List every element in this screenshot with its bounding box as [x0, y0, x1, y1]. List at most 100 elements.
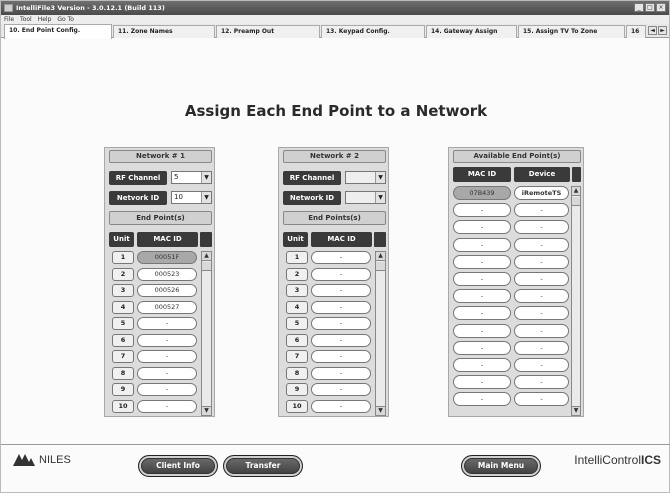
tab-partial[interactable]: 16	[626, 25, 646, 38]
unit-number[interactable]: 10	[286, 399, 308, 413]
unit-number[interactable]: 9	[286, 383, 308, 396]
unit-number[interactable]: 9	[112, 383, 134, 396]
available-mac-cell[interactable]: -	[453, 340, 511, 355]
mac-id-cell[interactable]: -	[137, 350, 197, 363]
available-device-cell[interactable]: -	[514, 392, 569, 407]
mac-id-cell[interactable]: 000527	[137, 300, 197, 314]
scroll-up-icon[interactable]: ▲	[376, 252, 385, 261]
scroll-down-icon[interactable]: ▼	[376, 406, 385, 415]
available-scrollbar[interactable]: ▲ ▼	[571, 186, 581, 416]
available-device-cell[interactable]: iRemoteTS	[514, 186, 569, 200]
available-mac-cell[interactable]: -	[453, 323, 511, 338]
tab-scroll-right-icon[interactable]: ►	[658, 26, 667, 35]
available-device-cell[interactable]: -	[514, 358, 569, 372]
chevron-down-icon[interactable]: ▼	[201, 172, 211, 183]
mac-id-cell[interactable]: -	[137, 383, 197, 396]
tab-zone-names[interactable]: 11. Zone Names	[113, 25, 215, 38]
menu-file[interactable]: File	[4, 15, 14, 24]
available-mac-cell[interactable]: -	[453, 358, 511, 372]
network-2-netid-select[interactable]: ▼	[345, 191, 386, 204]
unit-number[interactable]: 6	[112, 333, 134, 347]
unit-number[interactable]: 3	[112, 284, 134, 297]
mac-id-cell[interactable]: 000526	[137, 284, 197, 297]
available-device-cell[interactable]: -	[514, 272, 569, 286]
available-device-cell[interactable]: -	[514, 306, 569, 321]
available-device-cell[interactable]: -	[514, 323, 569, 338]
network-1-scrollbar[interactable]: ▲ ▼	[201, 251, 212, 416]
scroll-up-icon[interactable]: ▲	[572, 187, 580, 196]
available-mac-cell[interactable]: -	[453, 237, 511, 252]
scroll-down-icon[interactable]: ▼	[572, 406, 580, 415]
unit-number[interactable]: 7	[286, 350, 308, 363]
mac-id-cell[interactable]: -	[311, 300, 371, 314]
unit-number[interactable]: 6	[286, 333, 308, 347]
available-mac-cell[interactable]: -	[453, 375, 511, 390]
mac-id-cell[interactable]: -	[137, 399, 197, 413]
scroll-thumb[interactable]	[202, 262, 211, 271]
unit-number[interactable]: 7	[112, 350, 134, 363]
network-2-scrollbar[interactable]: ▲ ▼	[375, 251, 386, 416]
available-mac-cell[interactable]: -	[453, 203, 511, 218]
scroll-thumb[interactable]	[376, 262, 385, 271]
unit-number[interactable]: 4	[286, 300, 308, 314]
tab-scroll-left-icon[interactable]: ◄	[648, 26, 657, 35]
mac-id-cell[interactable]: -	[311, 317, 371, 330]
available-device-cell[interactable]: -	[514, 203, 569, 218]
scroll-thumb[interactable]	[572, 197, 580, 206]
unit-number[interactable]: 4	[112, 300, 134, 314]
available-mac-cell[interactable]: -	[453, 289, 511, 304]
client-info-button[interactable]: Client Info	[138, 455, 218, 477]
mac-id-cell[interactable]: -	[311, 251, 371, 264]
unit-number[interactable]: 5	[112, 317, 134, 330]
unit-number[interactable]: 5	[286, 317, 308, 330]
menu-goto[interactable]: Go To	[57, 15, 74, 24]
unit-number[interactable]: 2	[112, 267, 134, 281]
tab-preamp-out[interactable]: 12. Preamp Out	[216, 25, 320, 38]
available-mac-cell[interactable]: -	[453, 254, 511, 269]
unit-number[interactable]: 3	[286, 284, 308, 297]
mac-id-cell[interactable]: -	[311, 366, 371, 380]
minimize-icon[interactable]: _	[634, 3, 644, 12]
tab-end-point-config[interactable]: 10. End Point Config.	[4, 24, 112, 39]
close-icon[interactable]: ×	[656, 3, 666, 12]
main-menu-button[interactable]: Main Menu	[461, 455, 541, 477]
mac-id-cell[interactable]: -	[311, 284, 371, 297]
mac-id-cell[interactable]: -	[137, 333, 197, 347]
transfer-button[interactable]: Transfer	[223, 455, 303, 477]
mac-id-cell[interactable]: -	[311, 267, 371, 281]
available-device-cell[interactable]: -	[514, 375, 569, 390]
scroll-up-icon[interactable]: ▲	[202, 252, 211, 261]
mac-id-cell[interactable]: -	[137, 317, 197, 330]
unit-number[interactable]: 1	[112, 251, 134, 264]
mac-id-cell[interactable]: -	[311, 383, 371, 396]
mac-id-cell[interactable]: 00051F	[137, 251, 197, 264]
maximize-icon[interactable]: □	[645, 3, 655, 12]
mac-id-cell[interactable]: -	[137, 366, 197, 380]
chevron-down-icon[interactable]: ▼	[201, 192, 211, 203]
unit-number[interactable]: 8	[112, 366, 134, 380]
chevron-down-icon[interactable]: ▼	[375, 192, 385, 203]
unit-number[interactable]: 2	[286, 267, 308, 281]
available-device-cell[interactable]: -	[514, 340, 569, 355]
mac-id-cell[interactable]: -	[311, 350, 371, 363]
chevron-down-icon[interactable]: ▼	[375, 172, 385, 183]
tab-keypad-config[interactable]: 13. Keypad Config.	[321, 25, 425, 38]
available-device-cell[interactable]: -	[514, 254, 569, 269]
mac-id-cell[interactable]: -	[311, 399, 371, 413]
available-device-cell[interactable]: -	[514, 289, 569, 304]
tab-assign-tv-to-zone[interactable]: 15. Assign TV To Zone	[518, 25, 625, 38]
mac-id-cell[interactable]: -	[311, 333, 371, 347]
menu-tool[interactable]: Tool	[20, 15, 32, 24]
unit-number[interactable]: 1	[286, 251, 308, 264]
menu-help[interactable]: Help	[38, 15, 52, 24]
available-device-cell[interactable]: -	[514, 220, 569, 235]
network-1-rf-select[interactable]: 5 ▼	[171, 171, 212, 184]
available-mac-cell[interactable]: 07B439	[453, 186, 511, 200]
unit-number[interactable]: 8	[286, 366, 308, 380]
unit-number[interactable]: 10	[112, 399, 134, 413]
available-device-cell[interactable]: -	[514, 237, 569, 252]
available-mac-cell[interactable]: -	[453, 392, 511, 407]
network-1-netid-select[interactable]: 10 ▼	[171, 191, 212, 204]
available-mac-cell[interactable]: -	[453, 272, 511, 286]
available-mac-cell[interactable]: -	[453, 220, 511, 235]
